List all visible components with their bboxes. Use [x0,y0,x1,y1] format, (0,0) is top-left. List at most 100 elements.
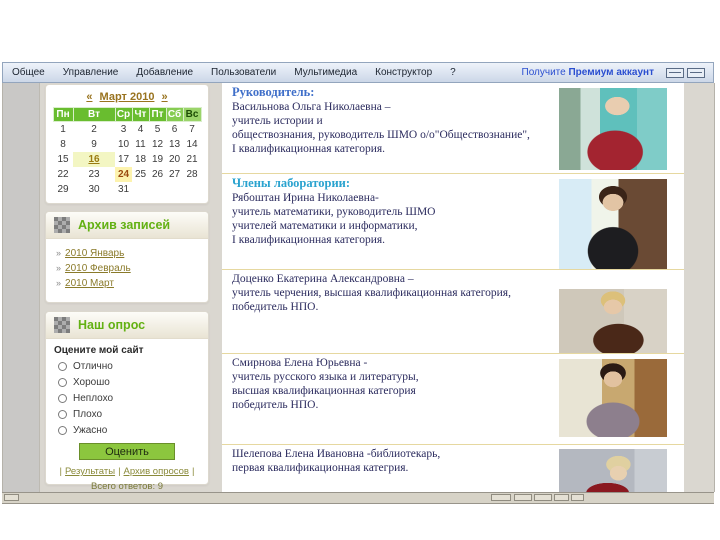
photo-teacher-in-brown [559,289,667,353]
premium-bold-text: Премиум аккаунт [568,67,654,78]
menu-obshchee[interactable]: Общее [3,67,54,78]
minimize-bar-icon[interactable] [666,67,684,78]
photo-librarian [559,449,667,493]
radio-button[interactable] [58,378,67,387]
photo-teacher-in-black [559,179,667,269]
calendar-day: 21 [186,154,198,165]
poll-option-plokho[interactable]: Плохо [58,409,196,420]
calendar-day: 26 [151,169,164,180]
archive-list: » 2010 Январь » 2010 Февраль » 2010 Март [46,239,208,298]
calendar-day: 23 [88,169,100,180]
staff-line: победитель НПО. [232,301,319,313]
calendar-day: 6 [171,124,178,135]
poll-question: Оцените мой сайт [54,345,144,356]
section-heading: Руководитель: [232,85,315,99]
scrollbar-segment [554,494,569,501]
archive-header: Архив записей [46,212,208,239]
calendar-day: 5 [154,124,161,135]
bottom-scrollbar[interactable] [2,492,714,504]
staff-section-leader: Руководитель: Васильнова Ольга Николаевн… [222,83,684,173]
calendar-day: 25 [134,169,147,180]
calendar-week-row: 29 30 31 [53,182,201,197]
poll-icon [54,317,70,333]
calendar-day: 8 [60,139,66,150]
calendar-day: 17 [117,154,130,165]
scrollbar-segment [534,494,552,501]
calendar-day: 15 [57,154,69,165]
calendar-day: 2 [91,124,97,135]
menu-upravlenie[interactable]: Управление [54,67,128,78]
scrollbar-segment [571,494,584,501]
poll-header: Наш опрос [46,312,208,339]
poll-option-horosho[interactable]: Хорошо [58,377,196,388]
archive-item: » 2010 Март [56,278,198,289]
staff-line: Васильнова Ольга Николаевна – [232,101,391,113]
staff-line: Рябоштан Ирина Николаевна- [232,192,379,204]
weekday-sun: Вс [182,107,202,122]
calendar-week-row: 22 23 24 25 26 27 28 [53,167,201,182]
admin-toolbar: Общее Управление Добавление Пользователи… [2,62,714,83]
premium-account-link[interactable]: Получите Премиум аккаунт [522,67,655,78]
radio-button[interactable] [58,394,67,403]
calendar-day [149,182,166,197]
archive-link-january[interactable]: 2010 Январь [65,248,124,259]
calendar-day: 22 [57,169,69,180]
left-gutter [3,83,40,492]
calendar-day: 12 [151,139,164,150]
archive-item: » 2010 Февраль [56,263,198,274]
poll-option-uzhasno[interactable]: Ужасно [58,425,196,436]
menu-konstruktor[interactable]: Конструктор [366,67,441,78]
staff-line: высшая квалификационная категория [232,385,416,397]
calendar-day: 1 [60,124,66,135]
radio-button[interactable] [58,362,67,371]
poll-total-answers: Всего ответов: 9 [90,481,164,492]
calendar-day: 11 [135,139,146,150]
calendar-day: 13 [168,139,181,150]
poll-results-link[interactable]: Результаты [65,466,115,477]
calendar-day [183,182,201,197]
staff-section-shelepova: Шелепова Елена Ивановна -библиотекарь, п… [222,444,684,493]
staff-line: Смирнова Елена Юрьевна - [232,357,368,369]
section-heading: Члены лаборатории: [232,176,351,190]
radio-button[interactable] [58,426,67,435]
weekday-tue: Вт [72,107,116,122]
poll-vote-button[interactable]: Оценить [79,443,175,460]
archive-link-february[interactable]: 2010 Февраль [65,263,131,274]
calendar-day: 20 [168,154,181,165]
calendar-prev-month-link[interactable]: « [86,91,92,103]
staff-section-dotsenko: Доценко Екатерина Александровна – учител… [222,269,684,353]
staff-line: учитель математики, руководитель ШМО [232,206,436,218]
calendar-title: « Март 2010 » [46,91,208,103]
poll-option-label: Отлично [73,361,113,372]
archive-link-march[interactable]: 2010 Март [65,278,114,289]
poll-option-otlichno[interactable]: Отлично [58,361,196,372]
weekday-sat: Сб [165,107,184,122]
menu-multimedia[interactable]: Мультимедиа [285,67,366,78]
archive-icon [54,217,70,233]
calendar-day: 9 [91,139,97,150]
staff-line: учителей математики и информатики, [232,220,418,232]
poll-archive-link[interactable]: Архив опросов [124,466,189,477]
bullet-icon: » [56,263,62,273]
restore-bar-icon[interactable] [687,67,705,78]
poll-option-label: Ужасно [73,425,108,436]
menu-dobavlenie[interactable]: Добавление [127,67,202,78]
staff-text: Смирнова Елена Юрьевна - учитель русског… [232,356,562,412]
calendar-day [132,182,149,197]
calendar-month-link[interactable]: Март 2010 [100,91,155,103]
calendar-next-month-link[interactable]: » [162,91,168,103]
staff-text: Члены лаборатории: Рябоштан Ирина Никола… [232,176,562,247]
calendar-day: 27 [168,169,181,180]
radio-button[interactable] [58,410,67,419]
poll-option-label: Неплохо [73,393,114,404]
weekday-wed: Ср [114,107,133,122]
staff-text: Руководитель: Васильнова Ольга Николаевн… [232,85,562,156]
menu-polzovateli[interactable]: Пользователи [202,67,285,78]
poll-option-neplokho[interactable]: Неплохо [58,393,196,404]
scrollbar-left-grip [4,494,19,501]
menu-help[interactable]: ? [441,67,465,78]
calendar-day: 14 [186,139,198,150]
separator: | [118,466,121,477]
calendar-day-16-link[interactable]: 16 [73,152,115,167]
poll-links: | Результаты | Архив опросов | [46,466,208,477]
